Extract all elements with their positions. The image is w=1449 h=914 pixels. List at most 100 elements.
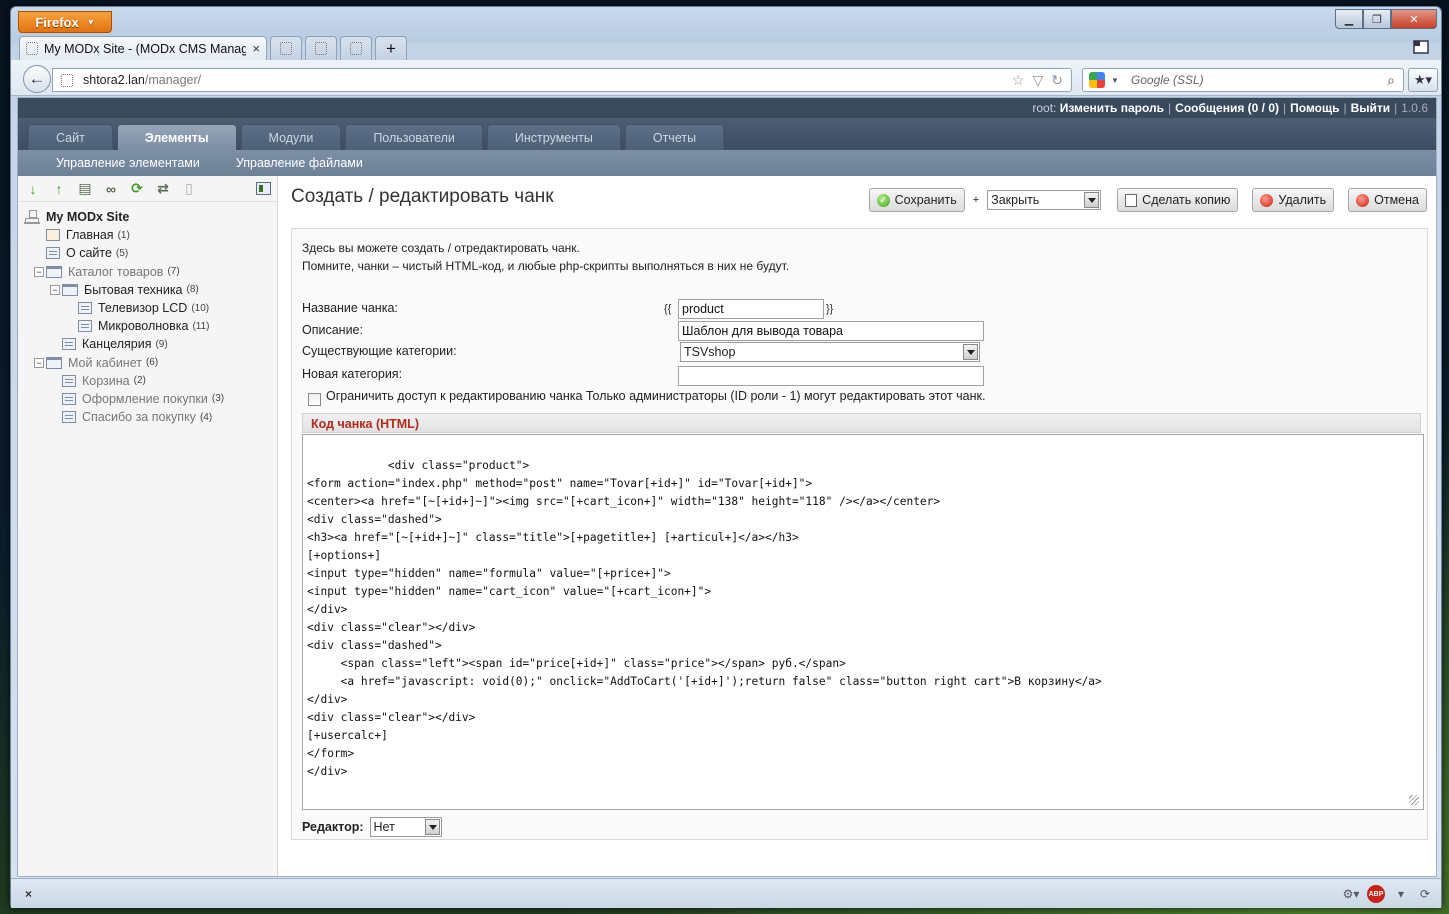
lock-checkbox[interactable] [308,393,321,406]
after-save-value: Закрыть [991,193,1040,207]
tab-blank-1[interactable] [270,36,302,60]
folder-icon [46,265,62,278]
chevron-down-icon[interactable]: ▼ [1111,76,1119,85]
menu-tab-users[interactable]: Пользователи [345,124,483,150]
bookmarks-menu-button[interactable]: ★▾ [1408,68,1438,92]
duplicate-label: Сделать копию [1142,193,1231,207]
cancel-button[interactable]: Отмена [1348,188,1427,212]
intro-line-2: Помните, чанки – чистый HTML-код, и любы… [302,259,790,273]
category-select[interactable]: TSVshop [680,342,980,362]
reload-icon[interactable]: ↻ [1051,72,1063,89]
save-button[interactable]: ✓ Сохранить [868,188,965,212]
logout-link[interactable]: Выйти [1351,101,1391,115]
submenu-manage-elements[interactable]: Управление элементами [56,156,200,170]
new-resource-icon[interactable]: ▤ [76,180,94,198]
menu-tab-modules[interactable]: Модули [240,124,342,150]
new-tab-button[interactable]: + [375,36,407,60]
description-input[interactable]: Шаблон для вывода товара [678,321,984,341]
tree-node-label: Канцелярия [82,337,152,352]
adblock-icon[interactable]: ABP [1367,885,1385,903]
page-icon [315,42,327,55]
brace-close: }} [826,303,834,315]
status-bar: × ⚙▾ ABP ▾ ⟳ [11,878,1441,908]
refresh-status-icon[interactable]: ⟳ [1417,886,1433,902]
tree-node-tv[interactable]: Телевизор LCD (10) [24,299,277,317]
menu-tab-reports[interactable]: Отчеты [624,124,725,150]
search-bar[interactable]: ▼ Google (SSL) ⌕ [1082,68,1404,92]
tree-node-id: (11) [192,320,210,332]
star-icon[interactable]: ☆ [1012,72,1025,89]
search-icon[interactable]: ⌕ [1387,72,1395,89]
chunk-name-label: Название чанка: [302,301,398,315]
chunk-name-input[interactable]: product [678,299,824,319]
site-tree-pane: ↓ ↑ ▤ ∞ ⟳ ⇄ ▯ My MODx Site Главная (1) О… [18,176,278,876]
tree-node-home[interactable]: Главная (1) [24,226,277,244]
document-icon [78,302,92,315]
tree-node-label: Микроволновка [98,319,189,334]
resource-tree: My MODx Site Главная (1) О сайте (5) − К… [18,202,277,426]
tree-node-id: (3) [211,393,225,405]
resize-grip-icon[interactable] [1409,795,1419,805]
menu-tab-site[interactable]: Сайт [28,124,113,150]
tree-node-cabinet[interactable]: − Мой кабинет (6) [24,354,277,372]
firefox-menu-button[interactable]: Firefox ▼ [18,11,112,33]
separator: | [1394,101,1398,115]
chunk-code-textarea[interactable]: <div class="product"> <form action="inde… [302,434,1424,810]
folder-icon [46,356,62,369]
after-save-select[interactable]: Закрыть [987,190,1102,210]
back-arrow-icon[interactable]: ← [23,65,51,93]
url-host: shtora2.lan [83,73,145,87]
messages-link[interactable]: Сообщения (0 / 0) [1175,101,1279,115]
category-value: TSVshop [684,345,736,359]
tab-close-icon[interactable]: × [252,41,260,56]
main-pane: Создать / редактировать чанк ✓ Сохранить… [279,176,1436,876]
maximize-button[interactable]: ❐ [1363,9,1391,29]
submenu-manage-files[interactable]: Управление файлами [236,156,363,170]
url-bar[interactable]: shtora2.lan/manager/ ☆ ▽ ↻ [52,68,1072,92]
tree-node-cart[interactable]: Корзина (2) [24,372,277,390]
firefox-menu-label: Firefox [35,14,79,30]
tree-node-id: (9) [155,338,168,350]
menu-tab-tools[interactable]: Инструменты [486,124,621,150]
expand-tree-icon[interactable]: ↓ [24,180,42,198]
tree-node-checkout[interactable]: Оформление покупки (3) [24,390,277,408]
chevron-down-icon[interactable]: ▾ [1393,886,1409,902]
collapse-toggle-icon[interactable]: − [34,357,44,368]
chunk-form: Здесь вы можете создать / отредактироват… [291,228,1428,840]
new-category-input[interactable] [678,366,984,386]
menu-tab-elements[interactable]: Элементы [116,124,237,150]
tree-node-about[interactable]: О сайте (5) [24,244,277,262]
tab-modx-manager[interactable]: My MODx Site - (MODx CMS Manager) × [19,36,267,60]
tab-blank-3[interactable] [340,36,372,60]
change-password-link[interactable]: Изменить пароль [1060,101,1164,115]
tree-node-microwave[interactable]: Микроволновка (11) [24,317,277,335]
tree-node-thanks[interactable]: Спасибо за покупку (4) [24,408,277,426]
sort-tree-icon[interactable]: ⇄ [154,180,172,198]
refresh-tree-icon[interactable]: ⟳ [128,180,146,198]
duplicate-button[interactable]: Сделать копию [1117,188,1239,212]
tree-root-label: My MODx Site [46,210,130,225]
help-link[interactable]: Помощь [1290,101,1339,115]
chevron-down-icon [1084,192,1100,208]
new-weblink-icon[interactable]: ∞ [102,180,120,198]
collapse-toggle-icon[interactable]: − [50,284,60,295]
editor-select[interactable]: Нет [369,817,442,837]
tree-node-stationery[interactable]: Канцелярия (9) [24,335,277,353]
tools-icon[interactable]: ⚙▾ [1343,886,1360,902]
hide-tree-icon[interactable] [256,182,271,195]
close-window-button[interactable]: ✕ [1391,9,1437,29]
close-addon-bar-icon[interactable]: × [25,887,32,901]
collapse-toggle-icon[interactable]: − [34,266,44,277]
url-text: shtora2.lan/manager/ [83,73,201,87]
minimize-button[interactable]: ▁ [1335,9,1363,29]
tab-blank-2[interactable] [305,36,337,60]
delete-button[interactable]: Удалить [1252,188,1335,212]
tab-list-icon[interactable] [1413,40,1429,54]
trash-icon[interactable]: ▯ [180,180,198,198]
tree-node-catalog[interactable]: − Каталог товаров (7) [24,263,277,281]
tree-node-appliances[interactable]: − Бытовая техника (8) [24,281,277,299]
tree-root[interactable]: My MODx Site [24,208,277,226]
google-icon[interactable] [1089,72,1105,88]
collapse-tree-icon[interactable]: ↑ [50,180,68,198]
history-dropdown-icon[interactable]: ▽ [1032,72,1043,89]
